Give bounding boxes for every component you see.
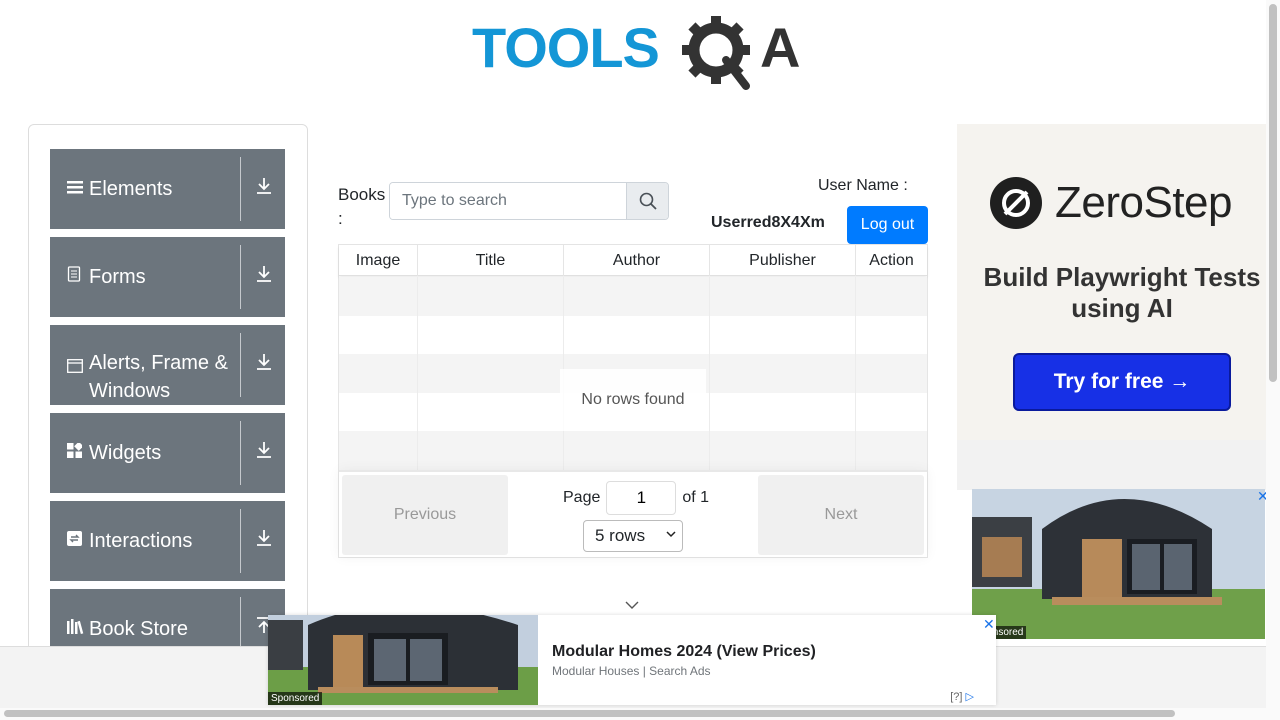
logout-button[interactable]: Log out <box>847 206 928 244</box>
sidebar-item-interactions[interactable]: Interactions <box>50 501 285 581</box>
previous-button[interactable]: Previous <box>342 475 508 555</box>
ad-divider <box>957 440 1280 490</box>
books-label: Books : <box>338 185 386 228</box>
sidebar-item-label: Elements <box>89 178 173 200</box>
table-row <box>339 277 927 316</box>
download-icon[interactable] <box>255 263 275 291</box>
ad-info[interactable]: [?] ▷ <box>950 690 974 703</box>
next-button[interactable]: Next <box>758 475 924 555</box>
divider <box>240 333 241 397</box>
zerostep-ad[interactable]: ZeroStep Build Playwright Tests using AI… <box>957 124 1280 440</box>
column-header-image[interactable]: Image <box>339 245 418 276</box>
divider <box>240 421 241 485</box>
user-name-label: User Name : <box>818 177 908 194</box>
pagination: Previous Page of 1 5 rows Next <box>339 470 927 557</box>
table-row <box>339 315 927 354</box>
sidebar-item-label: Widgets <box>89 442 162 464</box>
try-for-free-button[interactable]: Try for free → <box>1013 353 1231 411</box>
search-input[interactable] <box>390 183 627 219</box>
search-box <box>389 182 669 220</box>
page-jump-input[interactable] <box>606 481 677 515</box>
sidebar-item-elements[interactable]: Elements <box>50 149 285 229</box>
page-label: Page <box>563 489 601 506</box>
books-icon <box>67 615 84 643</box>
chevron-down-icon[interactable] <box>624 598 640 612</box>
ad-subtitle: Modular Houses | Search Ads <box>552 664 711 678</box>
hamburger-icon <box>67 175 83 203</box>
adchoices-icon: ▷ <box>965 691 974 703</box>
sidebar-item-label: Book Store <box>89 618 188 640</box>
modular-home-image: Sponsored <box>268 615 538 705</box>
ad-info-label: [?] <box>950 691 963 703</box>
close-icon[interactable]: ✕ <box>983 616 995 633</box>
table-row <box>339 431 927 470</box>
download-icon[interactable] <box>255 175 275 203</box>
page: TOOLS A Elements Forms Alerts, Frame & W… <box>0 0 1280 720</box>
page-info: Page of 1 <box>563 481 709 515</box>
divider <box>240 509 241 573</box>
download-icon[interactable] <box>255 351 275 379</box>
column-header-action[interactable]: Action <box>856 245 927 276</box>
window-icon <box>67 354 83 382</box>
sidebar-item-widgets[interactable]: Widgets <box>50 413 285 493</box>
logo-text-a: A <box>760 16 800 79</box>
house-ad-image[interactable]: Sponsored <box>972 489 1265 639</box>
gear-icon <box>682 16 750 90</box>
download-icon[interactable] <box>255 527 275 555</box>
table-header: Image Title Author Publisher Action <box>339 245 927 276</box>
rows-per-page-select[interactable]: 5 rows <box>583 520 683 552</box>
divider <box>240 245 241 309</box>
rows-per-page-value: 5 rows <box>595 526 646 545</box>
toolsqa-logo[interactable]: TOOLS A <box>472 14 802 92</box>
sidebar-item-forms[interactable]: Forms <box>50 237 285 317</box>
column-header-title[interactable]: Title <box>418 245 564 276</box>
total-pages: of 1 <box>682 489 710 506</box>
horizontal-scrollbar-thumb[interactable] <box>4 710 1175 717</box>
interactions-icon <box>67 527 83 555</box>
sidebar-item-label: Interactions <box>89 530 193 552</box>
document-icon <box>67 263 83 291</box>
divider <box>240 157 241 221</box>
download-icon[interactable] <box>255 439 275 467</box>
chevron-down-icon <box>666 529 676 542</box>
column-header-publisher[interactable]: Publisher <box>710 245 856 276</box>
zerostep-logo-icon <box>990 177 1042 229</box>
ad-title[interactable]: Modular Homes 2024 (View Prices) <box>552 643 816 661</box>
bottom-ad[interactable]: Sponsored Modular Homes 2024 (View Price… <box>268 615 996 705</box>
zerostep-brand-name: ZeroStep <box>1055 178 1232 227</box>
user-name-value: Userred8X4Xm <box>711 214 825 231</box>
left-sidebar: Elements Forms Alerts, Frame & Windows W… <box>28 124 308 664</box>
sponsored-label: Sponsored <box>268 692 323 705</box>
vertical-scrollbar-thumb[interactable] <box>1269 4 1277 382</box>
sidebar-item-label: Alerts, Frame & Windows <box>89 352 228 402</box>
ad-headline: Build Playwright Tests using AI <box>983 262 1261 323</box>
column-header-author[interactable]: Author <box>564 245 710 276</box>
search-icon <box>639 192 657 210</box>
no-rows-message: No rows found <box>560 369 706 431</box>
sidebar-item-alerts[interactable]: Alerts, Frame & Windows <box>50 325 285 405</box>
books-table: Image Title Author Publisher Action No r… <box>338 244 928 558</box>
sidebar-item-label: Forms <box>89 266 146 288</box>
logo-text-tools: TOOLS <box>472 16 659 79</box>
search-button[interactable] <box>626 183 668 219</box>
zerostep-brand: ZeroStep <box>989 176 1232 230</box>
widgets-icon <box>67 439 84 467</box>
